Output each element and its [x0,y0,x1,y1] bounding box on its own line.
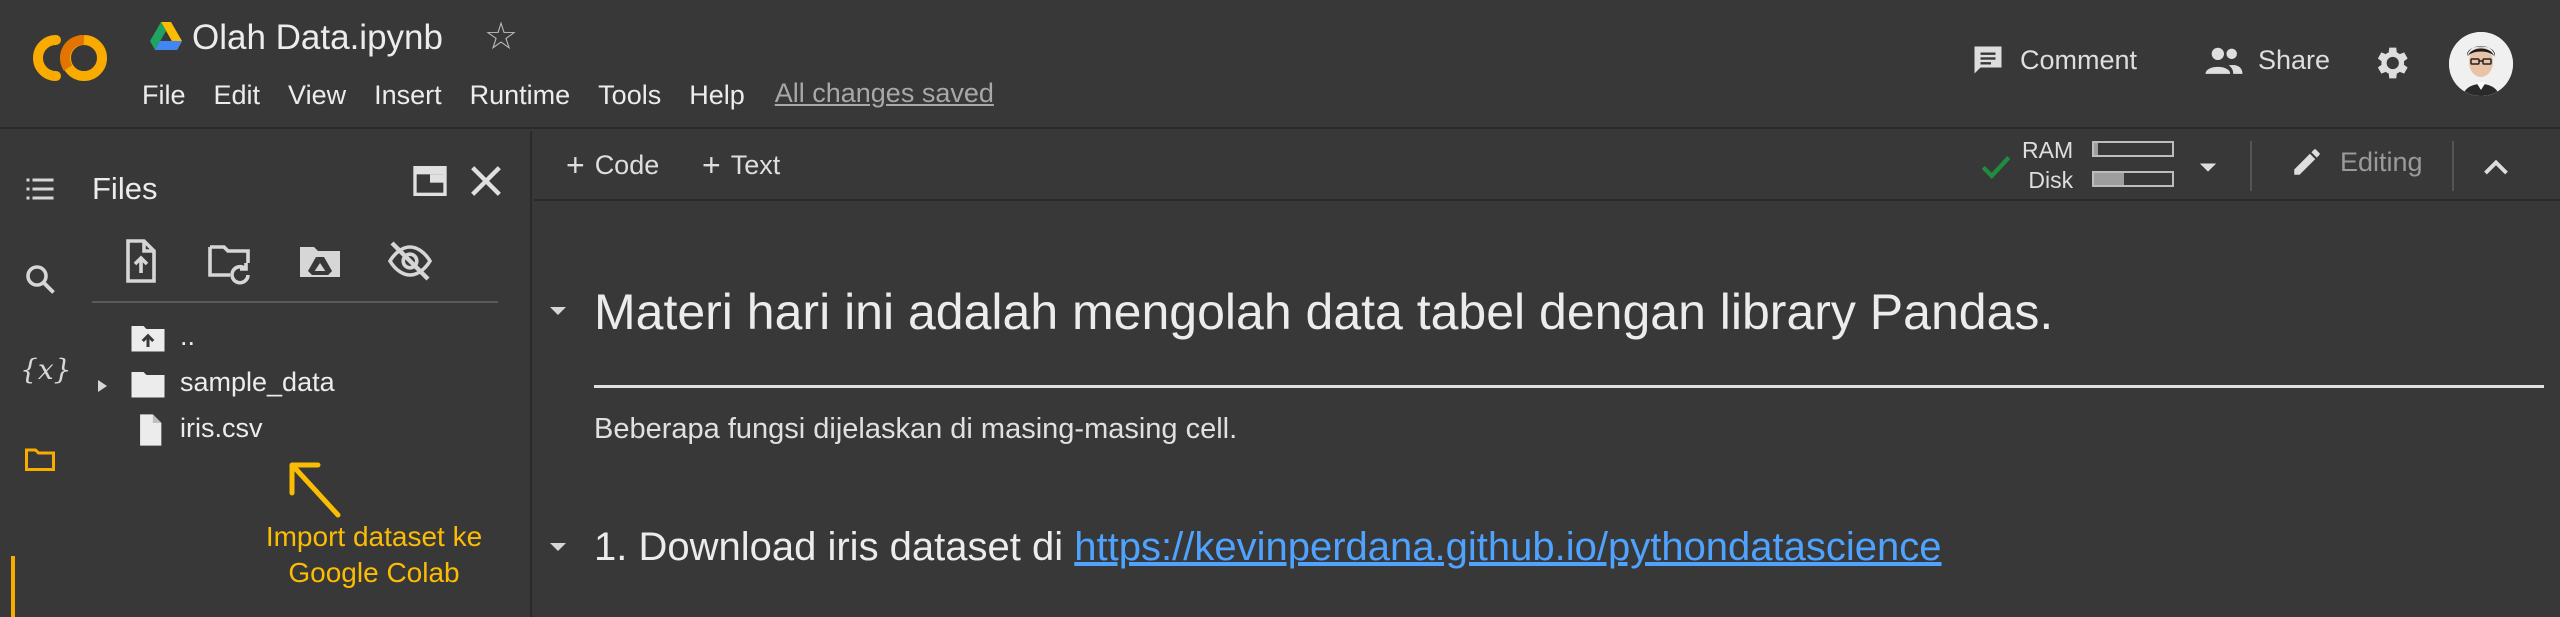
chevron-up-icon[interactable] [2478,149,2514,185]
active-indicator [11,556,15,617]
notebook-title[interactable]: Olah Data.ipynb [192,18,443,58]
dataset-link[interactable]: https://kevinperdana.github.io/pythondat… [1074,525,1941,569]
menu-tools[interactable]: Tools [598,78,675,111]
close-icon[interactable] [466,161,506,201]
files-icon[interactable] [22,441,58,477]
menu-runtime[interactable]: Runtime [470,78,585,111]
tree-item-label: iris.csv [180,413,263,443]
disk-usage-fill [2094,173,2124,185]
files-panel-title: Files [92,171,158,206]
open-in-tab-icon[interactable] [410,161,450,201]
add-text-label: Text [730,150,781,180]
notebook-content: Materi hari ini adalah mengolah data tab… [534,203,2560,617]
folder-up-icon [131,326,165,352]
comment-icon [1974,46,2002,74]
tree-item-label: .. [180,321,196,351]
tree-item-label: sample_data [180,367,335,397]
menu-file[interactable]: File [142,78,200,111]
ram-label: RAM [2022,137,2074,163]
heading-1: Materi hari ini adalah mengolah data tab… [594,284,2054,340]
annotation-text: Import dataset ke Google Colab [256,519,492,591]
collapse-section-arrow-icon[interactable] [546,535,570,559]
files-divider [92,301,498,303]
google-drive-icon [150,22,182,50]
sidebar-rail: {x} [0,131,80,617]
toolbar-separator [2452,141,2454,191]
save-status-link[interactable]: All changes saved [775,78,994,111]
share-button[interactable]: Share [2204,42,2330,78]
variables-icon[interactable]: {x} [20,353,71,389]
people-icon [2205,47,2243,74]
upload-file-icon[interactable] [116,237,164,285]
heading-2: 1. Download iris dataset di https://kevi… [594,525,1942,570]
menu-view[interactable]: View [288,78,360,111]
disk-usage-bar [2092,171,2174,187]
editing-label: Editing [2340,146,2423,177]
star-icon[interactable]: ☆ [484,18,518,56]
plus-icon: + [702,147,721,183]
plus-icon: + [566,147,585,183]
add-code-button[interactable]: + Code [566,147,659,184]
menu-insert[interactable]: Insert [374,78,456,111]
resource-labels[interactable]: RAM Disk [2022,135,2073,195]
file-icon [140,414,162,446]
connected-check-icon [1981,156,2011,179]
heading-2-text: 1. Download iris dataset di [594,525,1075,569]
collapse-section-arrow-icon[interactable] [546,299,570,323]
add-text-button[interactable]: + Text [702,147,780,184]
menu-edit[interactable]: Edit [214,78,275,111]
ram-usage-bar [2092,141,2174,157]
refresh-folder-icon[interactable] [206,237,254,285]
user-avatar[interactable] [2449,32,2513,96]
annotation-line-2: Google Colab [288,557,460,588]
add-code-label: Code [594,150,660,180]
menu-help[interactable]: Help [689,78,759,111]
text-paragraph: Beberapa fungsi dijelaskan di masing-mas… [594,413,1238,445]
notebook-toolbar: + Code + Text RAM Disk Editing [534,131,2560,201]
pencil-icon [2294,149,2320,175]
user-photo [2449,32,2513,96]
mount-drive-icon[interactable] [296,237,344,285]
menu-bar: File Edit View Insert Runtime Tools Help… [142,78,994,111]
hide-files-eye-icon[interactable] [386,237,434,285]
chevron-down-icon[interactable] [2194,153,2222,181]
share-label: Share [2258,44,2331,75]
disk-label: Disk [2028,167,2074,193]
search-icon[interactable] [22,261,58,297]
toolbar-separator [2250,141,2252,191]
expand-arrow-icon[interactable] [92,376,112,396]
heading-rule [594,385,2544,388]
top-header: Olah Data.ipynb ☆ File Edit View Insert … [0,0,2560,129]
comment-button[interactable]: Comment [1970,42,2137,78]
editing-mode-button[interactable]: Editing [2290,145,2423,179]
ram-usage-fill [2094,143,2098,155]
comment-label: Comment [2020,44,2138,75]
table-of-contents-icon[interactable] [22,171,58,207]
annotation-line-1: Import dataset ke [265,521,483,552]
files-panel: Files .. sample_data iris.csv Import dat… [80,131,532,617]
colab-logo[interactable] [26,30,112,86]
folder-icon [131,372,165,398]
settings-gear-icon[interactable] [2370,42,2412,84]
